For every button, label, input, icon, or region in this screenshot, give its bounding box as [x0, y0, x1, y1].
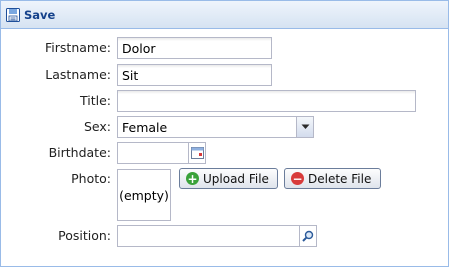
form-body: Firstname: Lastname: Title: Sex: Female … [1, 29, 448, 266]
save-button[interactable]: Save [6, 5, 55, 24]
lastname-field[interactable] [117, 64, 272, 86]
lastname-label: Lastname: [45, 67, 111, 82]
search-icon[interactable] [299, 226, 316, 246]
chevron-down-icon[interactable] [296, 117, 313, 137]
upload-file-label: Upload File [203, 171, 269, 186]
minus-icon: − [291, 171, 304, 186]
position-label: Position: [58, 228, 111, 243]
sex-select[interactable]: Female [117, 116, 314, 138]
plus-icon: + [186, 171, 199, 186]
save-button-label: Save [24, 7, 56, 22]
firstname-field[interactable] [117, 37, 272, 59]
birthdate-label: Birthdate: [48, 145, 111, 160]
delete-file-button[interactable]: − Delete File [284, 168, 381, 189]
position-field[interactable] [117, 225, 317, 247]
form-panel: Save Firstname: Lastname: Title: Sex: Fe… [0, 0, 449, 267]
sex-label: Sex: [83, 119, 111, 134]
firstname-label: Firstname: [45, 40, 111, 55]
photo-empty-text: (empty) [119, 187, 169, 203]
toolbar: Save [1, 1, 448, 29]
upload-file-button[interactable]: + Upload File [179, 168, 278, 189]
photo-label: Photo: [71, 171, 111, 186]
sex-select-value: Female [122, 119, 168, 135]
photo-preview: (empty) [117, 169, 171, 221]
birthdate-field[interactable] [117, 142, 206, 164]
save-icon [6, 7, 20, 22]
title-field[interactable] [117, 90, 416, 112]
delete-file-label: Delete File [308, 171, 372, 186]
calendar-icon[interactable] [188, 143, 205, 163]
title-label: Title: [80, 93, 111, 108]
